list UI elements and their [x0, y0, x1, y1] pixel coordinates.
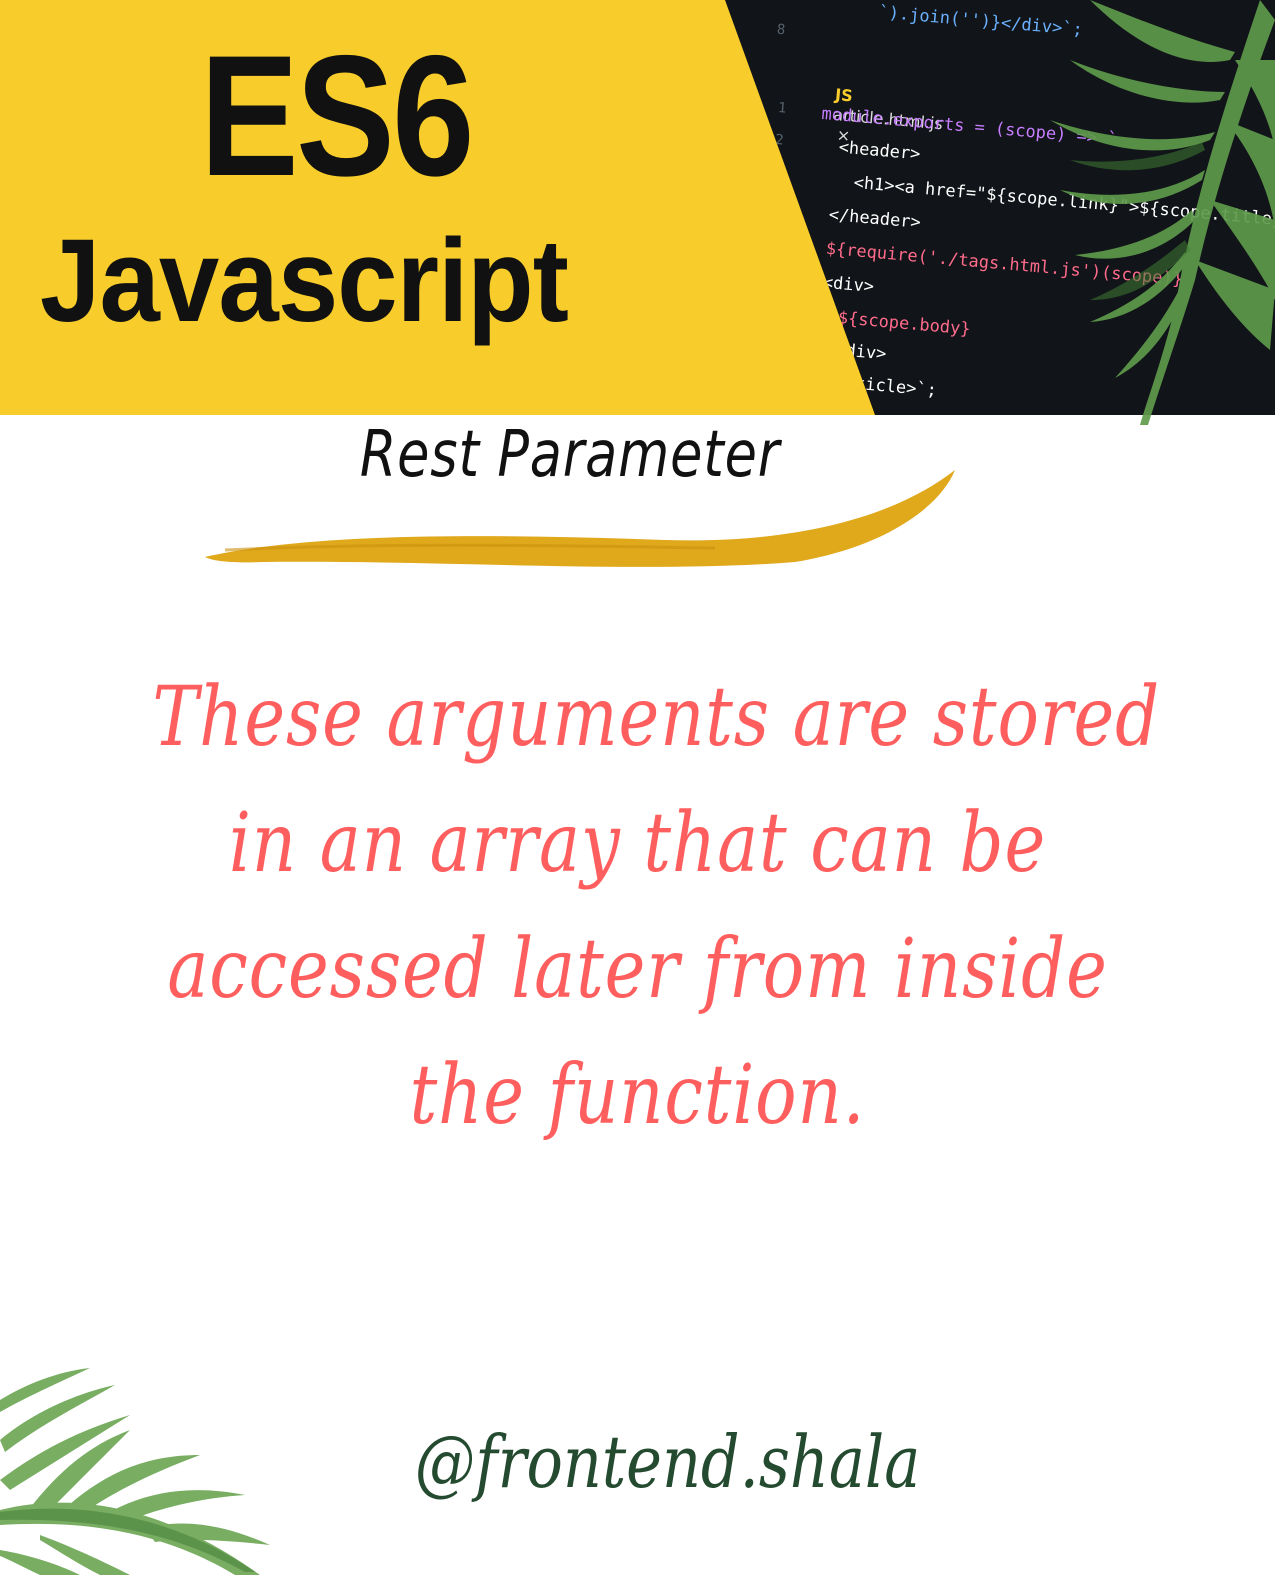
palm-leaf-top-right	[1050, 0, 1275, 425]
description-text: These arguments are stored in an array t…	[60, 655, 1215, 1159]
description-line-3: accessed later from inside	[167, 922, 1108, 1017]
banner-title-javascript: Javascript	[40, 215, 569, 347]
js-file-icon: JS	[834, 84, 854, 106]
code-line-7: ${scope.body}	[837, 308, 972, 340]
social-handle: @frontend.shala	[414, 1420, 921, 1504]
line-number: 1	[777, 100, 788, 117]
code-line-4: </header>	[827, 204, 922, 233]
description-line-1: These arguments are stored	[152, 670, 1161, 765]
line-number: 8	[776, 21, 786, 39]
banner-title-es6: ES6	[200, 20, 474, 212]
description-line-2: in an array that can be	[228, 796, 1047, 891]
brush-stroke-underline	[205, 470, 955, 567]
description-line-4: the function.	[409, 1048, 866, 1143]
